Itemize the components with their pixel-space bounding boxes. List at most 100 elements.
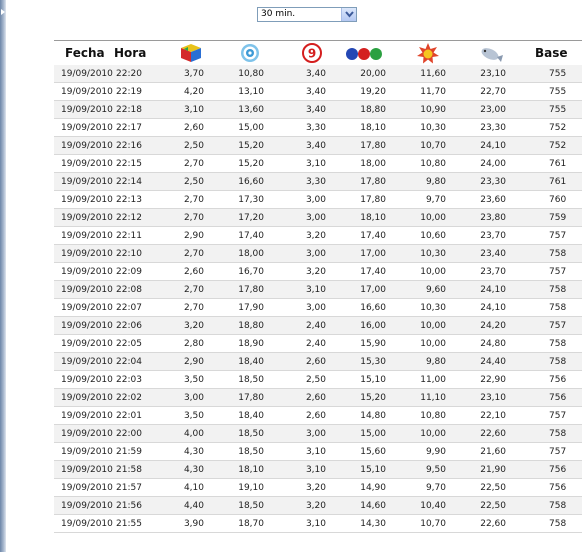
cell-canal-pez: 24,20 — [480, 321, 506, 331]
cell-canal-circulo: 18,50 — [238, 501, 264, 511]
cell-canal-nueve: 3,10 — [305, 159, 326, 169]
cell-canal-estrella: 10,80 — [420, 411, 446, 421]
cell-canal-circulo: 15,20 — [238, 141, 264, 151]
cell-canal-tres-puntos: 15,20 — [360, 393, 386, 403]
cell-canal-nueve: 3,40 — [305, 141, 326, 151]
cell-base: 758 — [549, 285, 567, 295]
table-row: 19/09/2010 22:12 2,70 17,20 3,00 18,10 10,00 23… — [54, 209, 582, 227]
cell-canal-cubo: 2,60 — [183, 267, 204, 277]
cell-hora: 22:07 — [116, 303, 142, 313]
cell-base: 752 — [549, 141, 567, 151]
cell-canal-pez: 22,70 — [480, 87, 506, 97]
table-row: 19/09/2010 22:10 2,70 18,00 3,00 17,00 10,30 23… — [54, 245, 582, 263]
cell-canal-estrella: 10,40 — [420, 501, 446, 511]
cell-canal-nueve: 3,00 — [305, 195, 326, 205]
table-row: 19/09/2010 22:03 3,50 18,50 2,50 15,10 11,00 22… — [54, 371, 582, 389]
cell-canal-cubo: 3,00 — [183, 393, 204, 403]
cell-hora: 22:13 — [116, 195, 142, 205]
cell-canal-estrella: 11,60 — [420, 69, 446, 79]
cell-canal-circulo: 18,00 — [238, 249, 264, 259]
cell-canal-tres-puntos: 16,60 — [360, 303, 386, 313]
cell-hora: 21:59 — [116, 447, 142, 457]
cell-canal-tres-puntos: 15,10 — [360, 465, 386, 475]
cell-canal-pez: 22,90 — [480, 375, 506, 385]
cell-canal-circulo: 13,60 — [238, 105, 264, 115]
cell-canal-cubo: 4,30 — [183, 465, 204, 475]
cell-canal-cubo: 2,50 — [183, 141, 204, 151]
cell-canal-pez: 22,10 — [480, 411, 506, 421]
cell-base: 760 — [549, 195, 567, 205]
cell-canal-nueve: 3,40 — [305, 105, 326, 115]
cell-fecha: 19/09/2010 — [61, 375, 113, 385]
cell-base: 759 — [549, 213, 567, 223]
cell-canal-pez: 24,00 — [480, 159, 506, 169]
cell-canal-tres-puntos: 17,80 — [360, 177, 386, 187]
cell-canal-circulo: 16,60 — [238, 177, 264, 187]
cell-canal-pez: 22,60 — [480, 429, 506, 439]
cell-canal-estrella: 9,80 — [425, 357, 446, 367]
cell-base: 758 — [549, 339, 567, 349]
table-row: 19/09/2010 22:18 3,10 13,60 3,40 18,80 10,90 23… — [54, 101, 582, 119]
table-row: 19/09/2010 21:57 4,10 19,10 3,20 14,90 9,70 22,… — [54, 479, 582, 497]
cell-base: 756 — [549, 375, 567, 385]
cell-hora: 22:17 — [116, 123, 142, 133]
ratings-table: Fecha Hora 9 Base 19/09/2010 22:20 3,70 … — [54, 40, 582, 533]
cell-fecha: 19/09/2010 — [61, 105, 113, 115]
cell-canal-estrella: 10,00 — [420, 267, 446, 277]
cell-base: 761 — [549, 159, 567, 169]
cell-canal-nueve: 3,40 — [305, 69, 326, 79]
cell-fecha: 19/09/2010 — [61, 321, 113, 331]
cell-canal-circulo: 19,10 — [238, 483, 264, 493]
cell-canal-cubo: 2,70 — [183, 249, 204, 259]
cell-fecha: 19/09/2010 — [61, 159, 113, 169]
cell-base: 758 — [549, 519, 567, 529]
cell-canal-pez: 24,80 — [480, 339, 506, 349]
cell-canal-circulo: 17,40 — [238, 231, 264, 241]
header-hora[interactable]: Hora — [114, 41, 146, 65]
table-row: 19/09/2010 22:16 2,50 15,20 3,40 17,80 10,70 24… — [54, 137, 582, 155]
cell-hora: 22:16 — [116, 141, 142, 151]
cell-canal-cubo: 4,10 — [183, 483, 204, 493]
cell-hora: 21:55 — [116, 519, 142, 529]
cell-canal-cubo: 4,30 — [183, 447, 204, 457]
cell-canal-nueve: 3,10 — [305, 465, 326, 475]
cell-canal-estrella: 10,80 — [420, 159, 446, 169]
table-row: 19/09/2010 22:17 2,60 15,00 3,30 18,10 10,30 23… — [54, 119, 582, 137]
chevron-down-icon[interactable] — [341, 8, 356, 21]
cell-canal-cubo: 4,00 — [183, 429, 204, 439]
cell-base: 758 — [549, 501, 567, 511]
cell-canal-cubo: 2,70 — [183, 195, 204, 205]
cell-canal-tres-puntos: 20,00 — [360, 69, 386, 79]
table-row: 19/09/2010 22:01 3,50 18,40 2,60 14,80 10,80 22… — [54, 407, 582, 425]
cell-hora: 22:02 — [116, 393, 142, 403]
cell-canal-tres-puntos: 18,10 — [360, 123, 386, 133]
cell-fecha: 19/09/2010 — [61, 249, 113, 259]
cell-canal-estrella: 10,00 — [420, 321, 446, 331]
cell-hora: 21:57 — [116, 483, 142, 493]
cell-canal-cubo: 2,50 — [183, 177, 204, 187]
header-fecha[interactable]: Fecha — [65, 41, 105, 65]
cell-canal-estrella: 10,60 — [420, 231, 446, 241]
cell-canal-circulo: 18,80 — [238, 321, 264, 331]
cell-canal-circulo: 17,80 — [238, 393, 264, 403]
cell-fecha: 19/09/2010 — [61, 69, 113, 79]
cell-canal-tres-puntos: 15,90 — [360, 339, 386, 349]
expand-arrow-icon[interactable] — [1, 9, 5, 15]
cell-canal-tres-puntos: 14,80 — [360, 411, 386, 421]
cell-base: 757 — [549, 231, 567, 241]
cell-hora: 21:58 — [116, 465, 142, 475]
header-base[interactable]: Base — [535, 41, 568, 65]
cell-canal-tres-puntos: 15,30 — [360, 357, 386, 367]
table-row: 19/09/2010 22:13 2,70 17,30 3,00 17,80 9,70 23,… — [54, 191, 582, 209]
cell-canal-pez: 22,60 — [480, 519, 506, 529]
cell-canal-cubo: 3,70 — [183, 69, 204, 79]
cell-canal-cubo: 2,80 — [183, 339, 204, 349]
cell-fecha: 19/09/2010 — [61, 483, 113, 493]
cell-canal-circulo: 17,20 — [238, 213, 264, 223]
cell-canal-pez: 23,60 — [480, 195, 506, 205]
table-row: 19/09/2010 22:11 2,90 17,40 3,20 17,40 10,60 23… — [54, 227, 582, 245]
cell-fecha: 19/09/2010 — [61, 303, 113, 313]
table-row: 19/09/2010 22:20 3,70 10,80 3,40 20,00 11,60 23… — [54, 65, 582, 83]
interval-select[interactable]: 30 min. — [257, 7, 357, 22]
cell-canal-cubo: 3,10 — [183, 105, 204, 115]
